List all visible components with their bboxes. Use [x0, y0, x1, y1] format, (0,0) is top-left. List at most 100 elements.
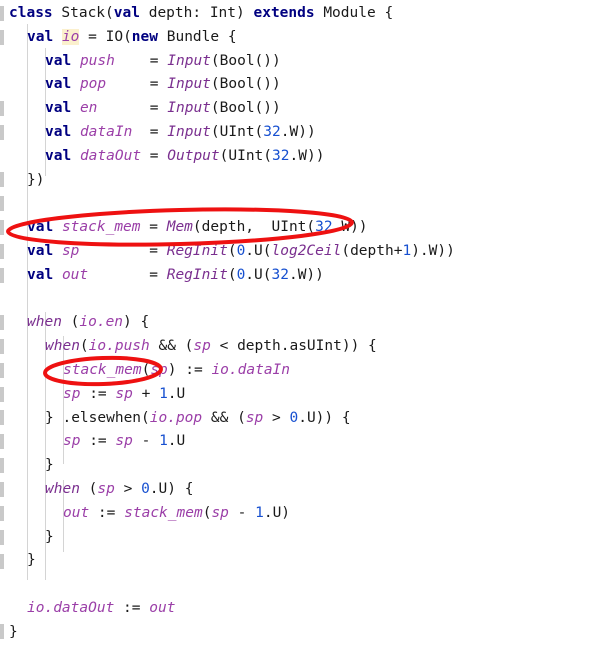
code-line[interactable]: when (io.en) {	[0, 311, 589, 335]
code-token: io.dataIn	[211, 361, 291, 378]
code-token: =	[88, 266, 167, 283]
code-line[interactable]: out := stack_mem(sp - 1.U)	[0, 502, 589, 526]
code-token: (depth+	[341, 242, 403, 259]
code-token: && (	[149, 338, 194, 355]
code-token: (	[79, 480, 98, 497]
code-line[interactable]: val en = Input(Bool())	[0, 97, 589, 121]
code-token: (	[227, 266, 237, 283]
code-line[interactable]: })	[0, 169, 589, 193]
code-token: io.en	[79, 314, 124, 331]
code-line[interactable]	[0, 573, 589, 597]
code-token: when	[27, 314, 62, 331]
code-token: (UInt(	[210, 123, 264, 140]
code-token: 1	[255, 504, 264, 521]
code-token: (	[141, 361, 151, 378]
code-token: sp	[150, 361, 168, 378]
code-token: (	[123, 28, 132, 45]
code-line[interactable]: val dataOut = Output(UInt(32.W))	[0, 145, 589, 169]
code-token: io.dataOut	[27, 599, 115, 616]
code-line[interactable]: val out = RegInit(0.U(32.W))	[0, 264, 589, 288]
code-token: < depth.asUInt))	[210, 338, 369, 355]
code-token: .U(	[245, 242, 272, 259]
code-token: push	[79, 52, 115, 69]
code-token: val	[27, 28, 54, 45]
code-token: val	[45, 147, 72, 164]
code-token: ) :=	[167, 361, 212, 378]
code-token: 32	[263, 123, 281, 140]
code-content[interactable]: class Stack(val depth: Int) extends Modu…	[0, 2, 589, 645]
code-token: (depth, UInt(	[192, 219, 316, 236]
code-line[interactable]: val stack_mem = Mem(depth, UInt(32.W))	[0, 216, 589, 240]
code-token: :=	[114, 599, 150, 616]
code-token: sp	[63, 385, 81, 402]
code-line[interactable]	[0, 288, 589, 312]
code-token: Module	[314, 5, 385, 21]
code-line[interactable]: stack_mem(sp) := io.dataIn	[0, 359, 589, 383]
code-token: =	[79, 242, 167, 259]
code-token: class	[9, 5, 53, 21]
code-line[interactable]: }	[0, 526, 589, 550]
code-line[interactable]: val dataIn = Input(UInt(32.W))	[0, 121, 589, 145]
code-token: RegInit	[166, 242, 228, 259]
code-line[interactable]: val pop = Input(Bool())	[0, 73, 589, 97]
code-token: out	[63, 504, 90, 521]
code-token: ).W))	[411, 242, 455, 259]
code-line[interactable]: io.dataOut := out	[0, 597, 589, 621]
code-token: = IO	[79, 28, 124, 45]
code-token: sp	[115, 433, 133, 450]
code-token: 32	[315, 219, 333, 236]
code-line[interactable]: class Stack(val depth: Int) extends Modu…	[0, 2, 589, 26]
code-token: .U)	[149, 480, 185, 497]
code-line[interactable]: sp := sp + 1.U	[0, 383, 589, 407]
code-line[interactable]: val io = IO(new Bundle {	[0, 26, 589, 50]
code-token: io	[61, 28, 80, 45]
code-token: -	[228, 504, 256, 521]
code-token: =	[114, 52, 168, 69]
code-line[interactable]: when (sp > 0.U) {	[0, 478, 589, 502]
code-token: .W))	[289, 147, 325, 164]
code-token: {	[341, 409, 351, 426]
code-token: stack_mem	[63, 361, 142, 378]
code-token: 32	[272, 147, 290, 164]
code-token: }	[45, 457, 54, 474]
code-line[interactable]: }	[0, 454, 589, 478]
code-line[interactable]: val push = Input(Bool())	[0, 50, 589, 74]
code-editor-view[interactable]: class Stack(val depth: Int) extends Modu…	[0, 0, 589, 652]
code-token: dataOut	[79, 147, 142, 164]
code-token: val	[27, 242, 54, 259]
code-token: Input	[167, 123, 211, 140]
code-token: Input	[167, 52, 211, 69]
code-token: Input	[167, 100, 211, 117]
code-token: pop	[79, 76, 107, 93]
code-line[interactable]: when(io.push && (sp < depth.asUInt)) {	[0, 335, 589, 359]
code-token: val	[113, 5, 140, 21]
code-token: .U	[167, 433, 186, 450]
code-token: val	[27, 219, 54, 236]
code-token: val	[45, 100, 72, 117]
code-line[interactable]: val sp = RegInit(0.U(log2Ceil(depth+1).W…	[0, 240, 589, 264]
code-token: out	[61, 266, 89, 283]
code-token: (Bool())	[210, 52, 281, 69]
code-line[interactable]: sp := sp - 1.U	[0, 430, 589, 454]
code-token: }	[9, 623, 18, 640]
code-line[interactable]: } .elsewhen(io.pop && (sp > 0.U)) {	[0, 407, 589, 431]
code-token: } .elsewhen(	[45, 409, 150, 426]
code-line[interactable]: }	[0, 621, 589, 645]
code-token: new	[131, 28, 158, 45]
code-token: {	[227, 28, 237, 45]
code-line[interactable]: }	[0, 549, 589, 573]
code-token: )	[236, 5, 245, 21]
code-token: stack_mem	[124, 504, 203, 521]
code-line[interactable]	[0, 192, 589, 216]
code-token: >	[114, 480, 142, 497]
code-token: .U)	[263, 504, 291, 521]
code-token: -	[132, 433, 160, 450]
code-token: Output	[167, 147, 220, 164]
